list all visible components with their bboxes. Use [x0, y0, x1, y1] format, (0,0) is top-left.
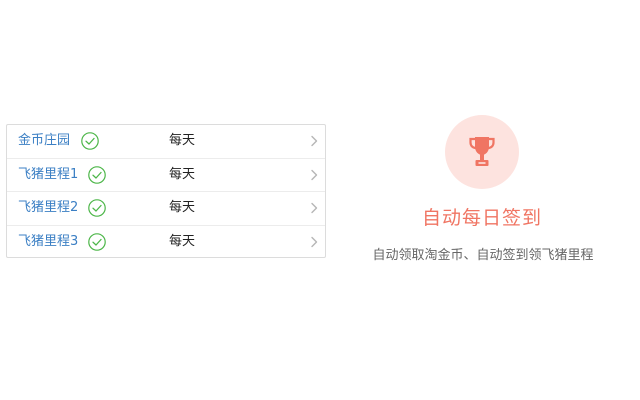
task-row-feizhu-3[interactable]: 飞猪里程3 每天: [7, 226, 325, 260]
trophy-badge: [445, 115, 519, 189]
check-circle-icon: [88, 199, 106, 217]
task-name: 飞猪里程2: [18, 200, 79, 215]
chevron-right-icon[interactable]: [309, 135, 319, 147]
task-row-jinbi[interactable]: 金币庄园 每天: [7, 125, 325, 159]
chevron-right-icon[interactable]: [309, 202, 319, 214]
page: 金币庄园 每天 飞猪里程1 每天 飞猪里程2 每天 飞猪里程3 每天 自动每日签…: [0, 0, 640, 400]
check-circle-icon: [88, 165, 106, 184]
task-frequency: 每天: [169, 166, 196, 182]
chevron-right-icon[interactable]: [309, 169, 319, 181]
task-name: 飞猪里程1: [18, 166, 79, 182]
trophy-icon: [469, 137, 495, 166]
feature-title: 自动每日签到: [421, 207, 542, 229]
task-frequency: 每天: [169, 233, 196, 249]
task-name: 金币庄园: [18, 133, 71, 148]
task-list: 金币庄园 每天 飞猪里程1 每天 飞猪里程2 每天 飞猪里程3 每天: [6, 124, 326, 258]
chevron-right-icon[interactable]: [309, 236, 319, 248]
task-frequency: 每天: [169, 133, 196, 148]
feature-description: 自动领取淘金币、自动签到领飞猪里程: [372, 248, 594, 263]
check-circle-icon: [88, 232, 106, 251]
task-name: 飞猪里程3: [18, 233, 79, 249]
check-circle-icon: [81, 132, 99, 150]
task-row-feizhu-2[interactable]: 飞猪里程2 每天: [7, 192, 325, 226]
task-frequency: 每天: [169, 200, 196, 215]
task-row-feizhu-1[interactable]: 飞猪里程1 每天: [7, 159, 325, 192]
